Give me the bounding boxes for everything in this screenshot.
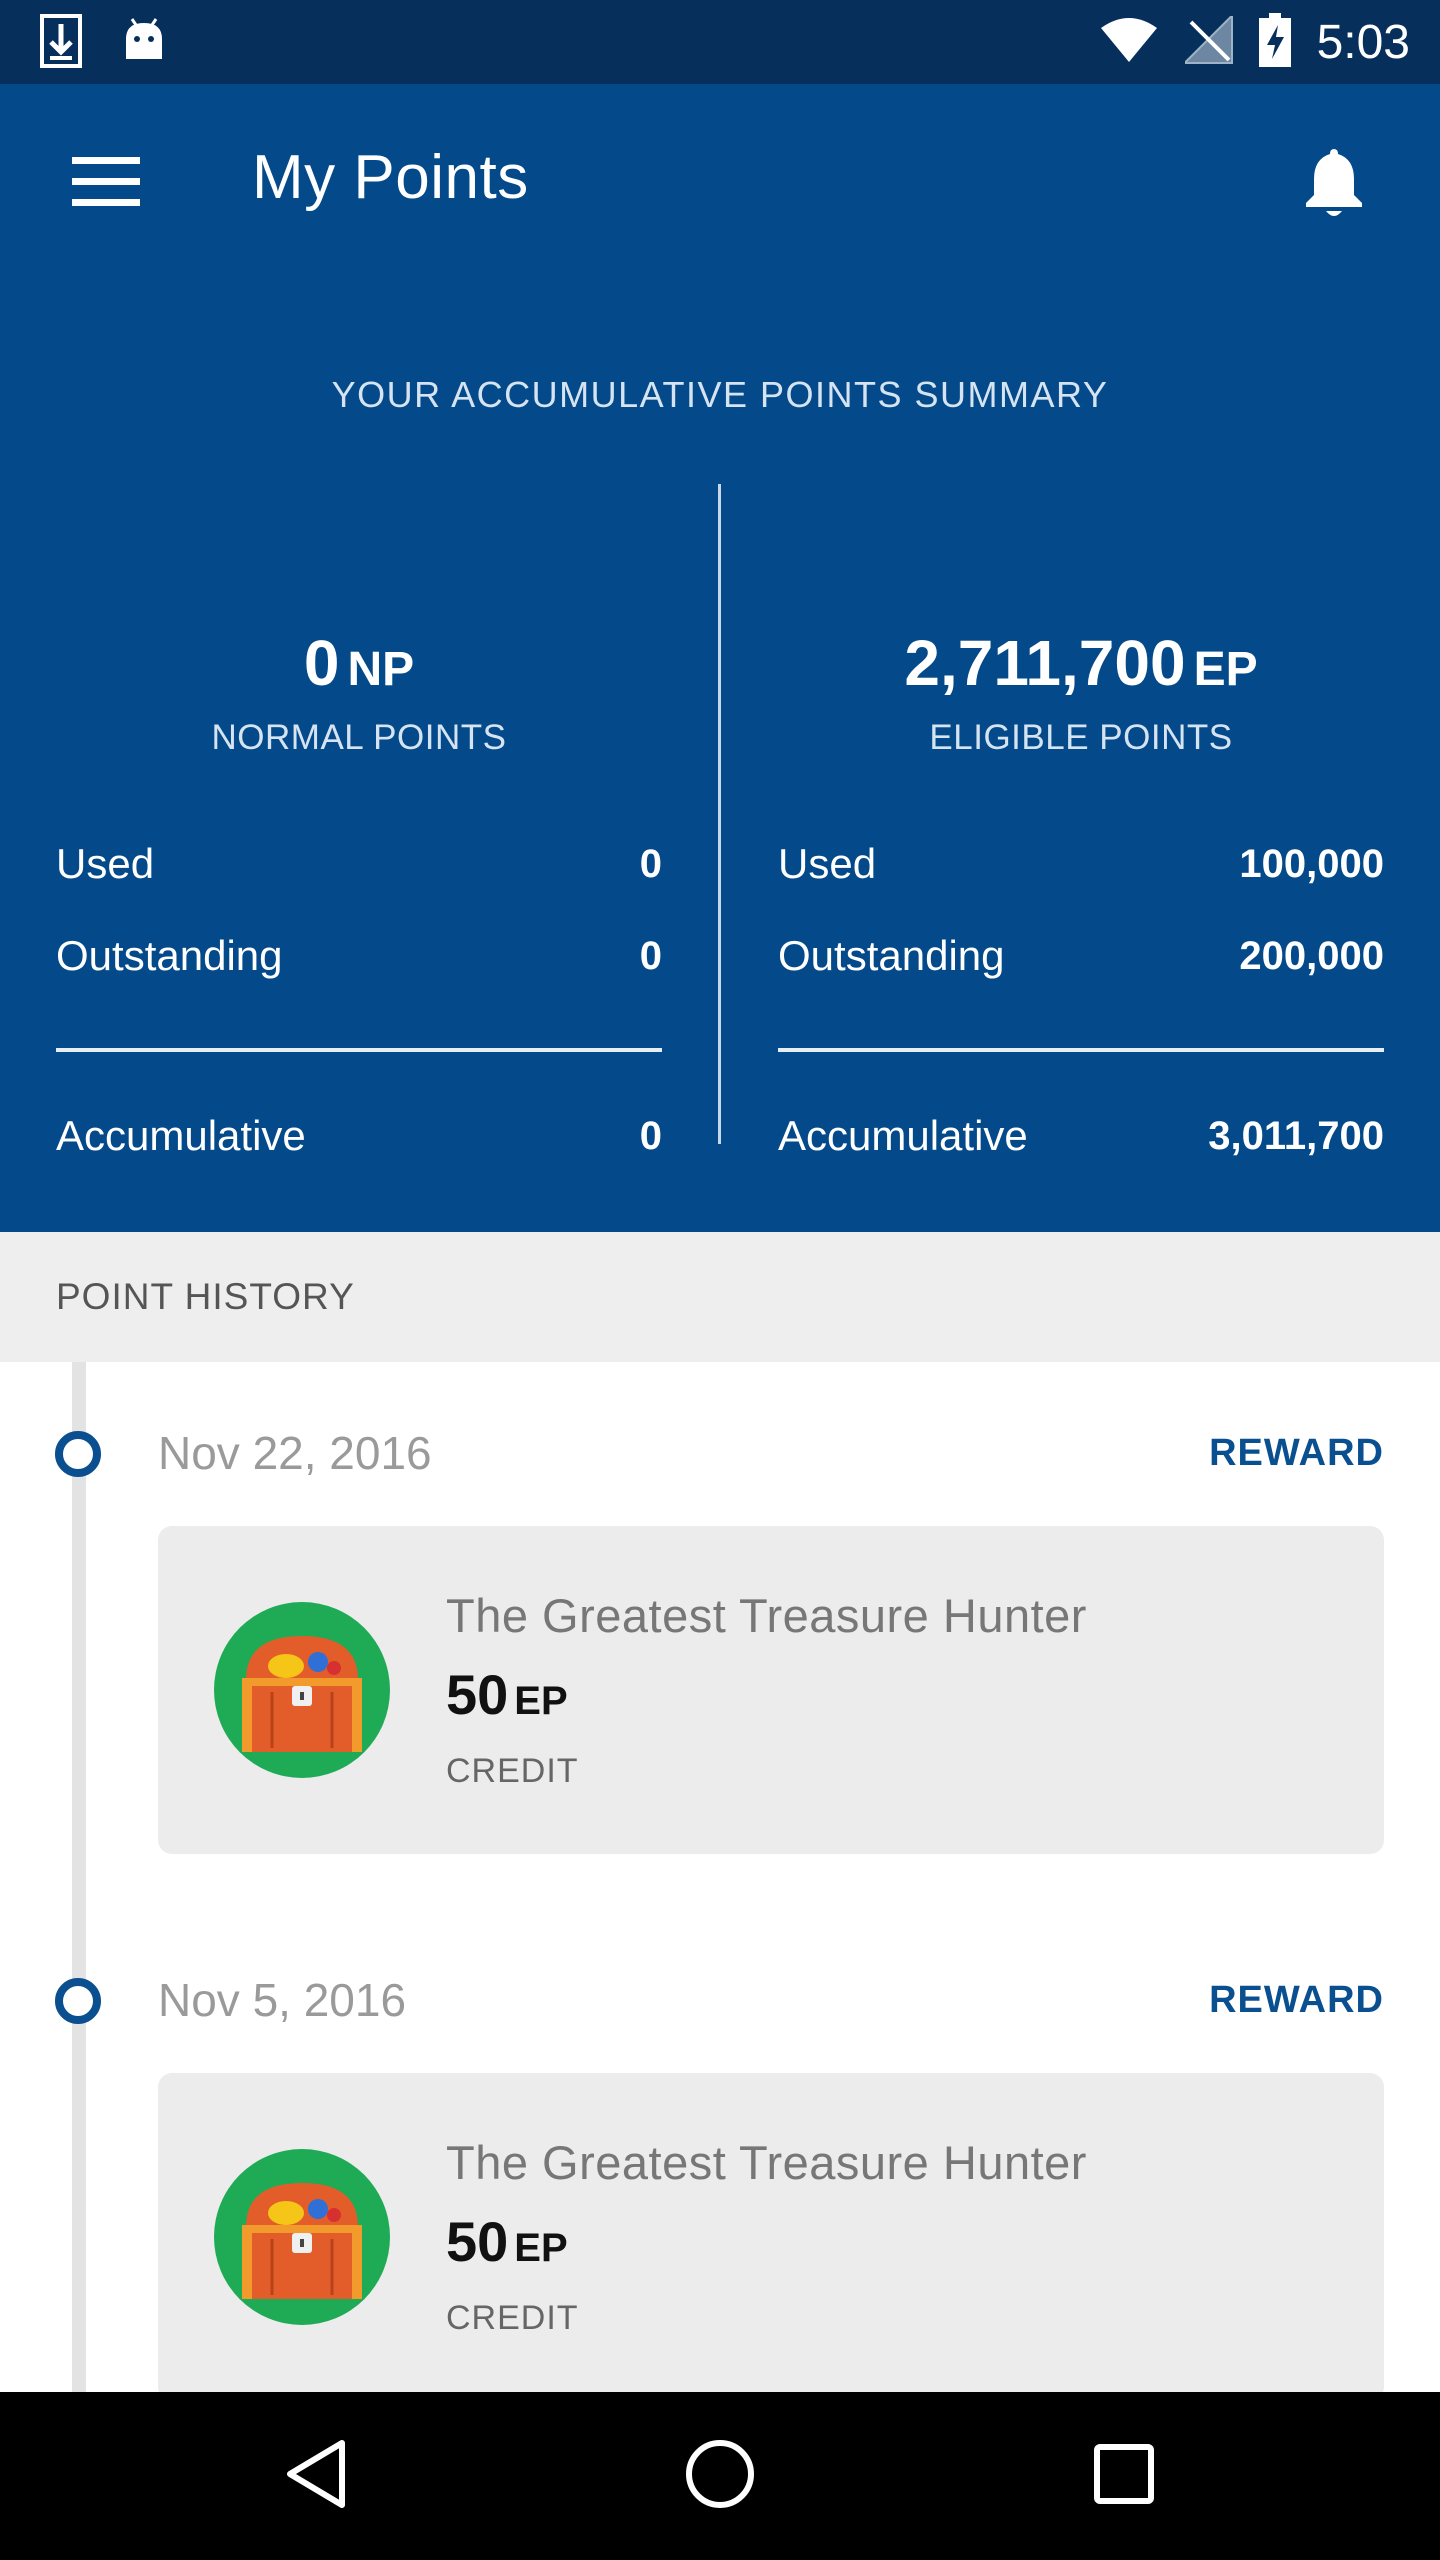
eligible-points-label: ELIGIBLE POINTS xyxy=(929,718,1233,757)
entry-title: The Greatest Treasure Hunter xyxy=(446,1589,1087,1642)
bell-icon xyxy=(1302,145,1366,224)
entry-points-unit: EP xyxy=(514,1679,568,1723)
point-history-title: POINT HISTORY xyxy=(56,1276,355,1317)
back-button[interactable] xyxy=(266,2426,366,2526)
normal-used-row: Used 0 xyxy=(56,840,662,888)
navigation-bar xyxy=(0,2392,1440,2560)
column-divider xyxy=(718,484,721,1144)
accumulative-value: 3,011,700 xyxy=(1208,1113,1384,1158)
home-button[interactable] xyxy=(670,2426,770,2526)
accumulative-label: Accumulative xyxy=(778,1112,1028,1159)
no-signal-icon xyxy=(1181,12,1233,69)
recents-button[interactable] xyxy=(1074,2426,1174,2526)
summary-title: YOUR ACCUMULATIVE POINTS SUMMARY xyxy=(331,374,1109,415)
accumulative-value: 0 xyxy=(639,1113,662,1158)
eligible-points-value: 2,711,700 xyxy=(904,627,1186,699)
app-bar: My Points xyxy=(0,84,1440,280)
normal-points-unit: NP xyxy=(347,643,415,696)
eligible-points-unit: EP xyxy=(1193,643,1258,696)
eligible-used-row: Used 100,000 xyxy=(778,840,1384,888)
outstanding-value: 0 xyxy=(639,933,662,978)
points-summary-panel: My Points YOUR ACCUMULATIVE POINTS SUMMA… xyxy=(0,84,1440,1232)
entry-title: The Greatest Treasure Hunter xyxy=(446,2136,1087,2189)
entry-kind: CREDIT xyxy=(446,2299,579,2337)
timeline-dot xyxy=(55,1978,101,2024)
menu-icon xyxy=(72,156,140,212)
entry-date: Nov 5, 2016 xyxy=(158,1974,407,2026)
outstanding-label: Outstanding xyxy=(778,932,1005,979)
used-value: 100,000 xyxy=(1239,841,1384,886)
entry-type-link[interactable]: REWARD xyxy=(1209,1979,1384,2022)
page-title: My Points xyxy=(252,143,529,212)
entry-points: 50 EP xyxy=(446,1662,568,1727)
recents-icon xyxy=(1094,2443,1154,2509)
entry-card[interactable]: The Greatest Treasure Hunter 50 EP CREDIT xyxy=(158,1526,1384,1854)
treasure-chest-icon xyxy=(214,2149,390,2325)
normal-accumulative-row: Accumulative 0 xyxy=(56,1112,662,1160)
entry-points-unit: EP xyxy=(514,2226,568,2270)
outstanding-label: Outstanding xyxy=(56,932,283,979)
used-label: Used xyxy=(56,840,155,887)
entry-points: 50 EP xyxy=(446,2209,568,2274)
normal-points-total: 0 NP xyxy=(56,626,662,700)
entry-date: Nov 22, 2016 xyxy=(158,1427,432,1479)
wifi-icon xyxy=(1099,16,1159,69)
entry-points-value: 50 xyxy=(446,2210,509,2273)
accumulative-label: Accumulative xyxy=(56,1112,306,1159)
entry-card[interactable]: The Greatest Treasure Hunter 50 EP CREDIT xyxy=(158,2073,1384,2401)
point-history-header: POINT HISTORY xyxy=(0,1232,1440,1362)
entry-kind: CREDIT xyxy=(446,1752,579,1790)
normal-points-label: NORMAL POINTS xyxy=(211,718,507,757)
normal-outstanding-row: Outstanding 0 xyxy=(56,932,662,980)
battery-charging-icon xyxy=(1258,12,1291,72)
used-value: 0 xyxy=(639,841,662,886)
back-icon xyxy=(284,2439,348,2514)
timeline-dot xyxy=(55,1431,101,1477)
outstanding-value: 200,000 xyxy=(1239,933,1384,978)
divider xyxy=(778,1048,1384,1052)
android-icon xyxy=(122,17,166,70)
entry-type-link[interactable]: REWARD xyxy=(1209,1432,1384,1475)
eligible-outstanding-row: Outstanding 200,000 xyxy=(778,932,1384,980)
treasure-chest-icon xyxy=(214,1602,390,1778)
normal-points-value: 0 xyxy=(303,627,340,699)
eligible-accumulative-row: Accumulative 3,011,700 xyxy=(778,1112,1384,1160)
used-label: Used xyxy=(778,840,877,887)
home-icon xyxy=(685,2439,755,2514)
status-time: 5:03 xyxy=(1316,15,1410,69)
notifications-button[interactable] xyxy=(1284,134,1384,234)
divider xyxy=(56,1048,662,1052)
eligible-points-total: 2,711,700 EP xyxy=(778,626,1384,700)
timeline-line xyxy=(72,1362,86,2392)
menu-button[interactable] xyxy=(56,134,156,234)
download-icon xyxy=(40,14,82,73)
entry-points-value: 50 xyxy=(446,1663,509,1726)
status-bar: 5:03 xyxy=(0,0,1440,84)
